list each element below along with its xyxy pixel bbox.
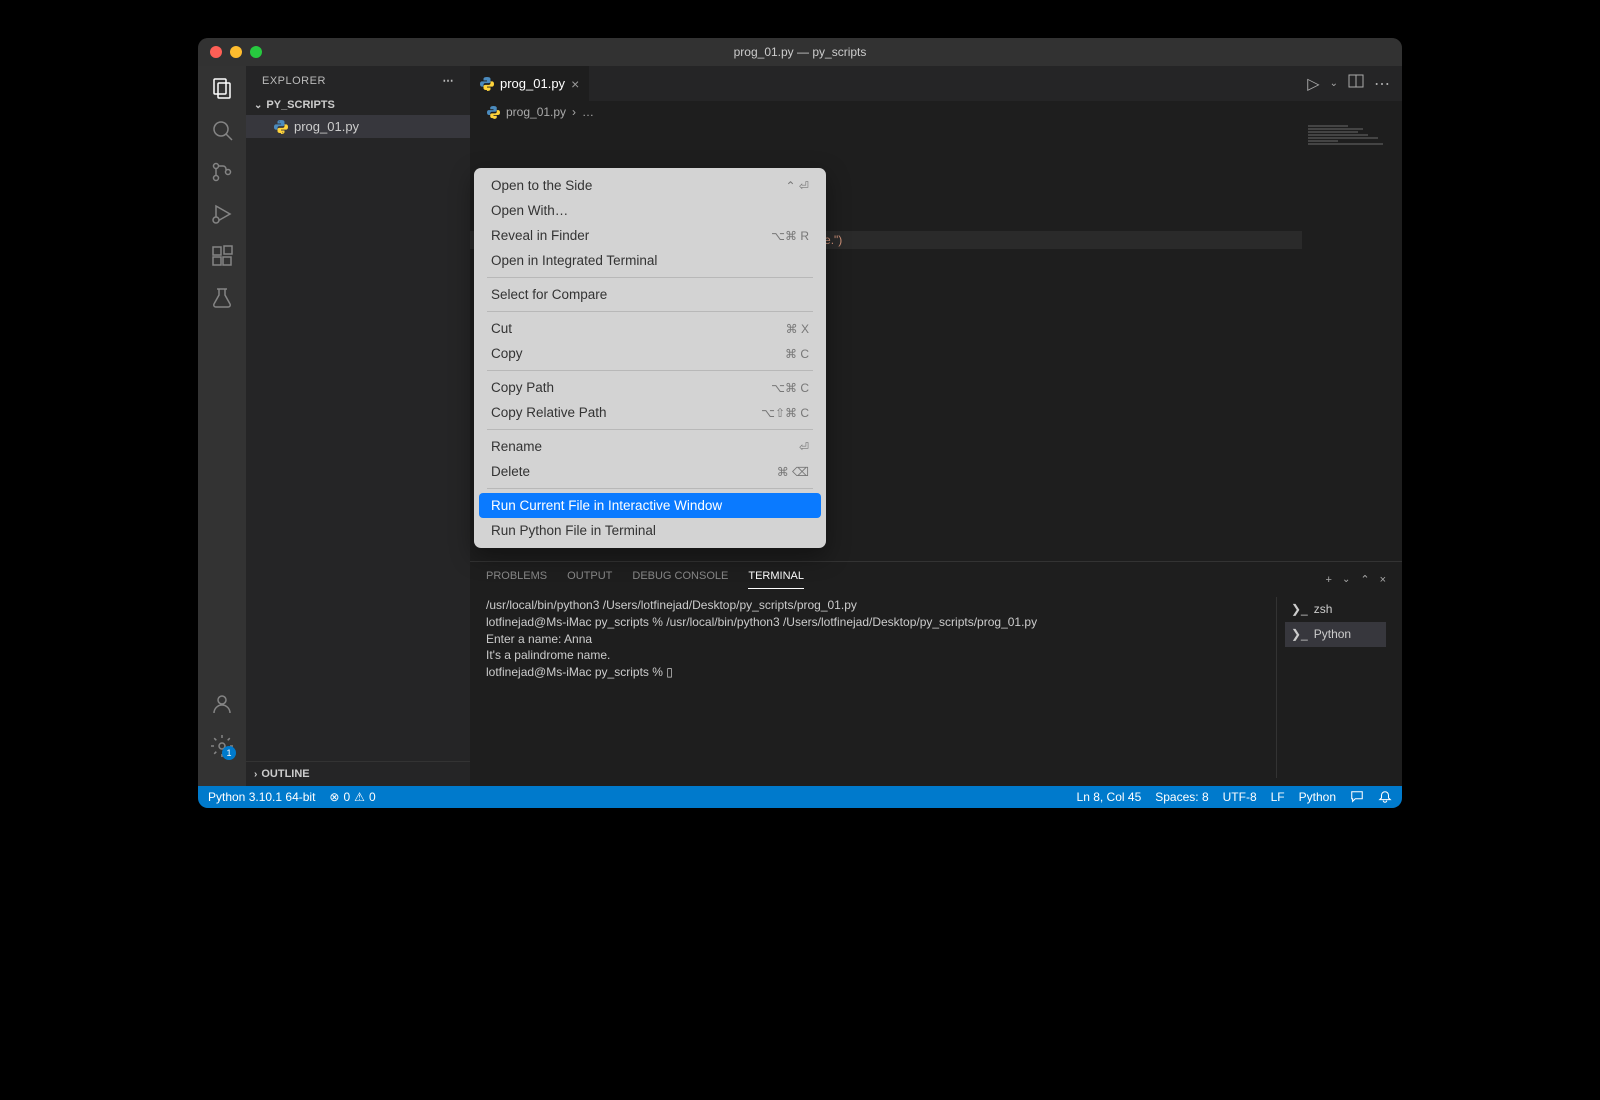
session-name: Python [1314, 626, 1351, 643]
status-bar: Python 3.10.1 64-bit ⊗0 ⚠0 Ln 8, Col 45 … [198, 786, 1402, 808]
accounts-icon[interactable] [210, 692, 234, 716]
panel-tab-output[interactable]: OUTPUT [567, 570, 612, 589]
vscode-window: prog_01.py — py_scripts [198, 38, 1402, 808]
outline-label: OUTLINE [261, 768, 309, 780]
explorer-icon[interactable] [210, 76, 234, 100]
status-feedback-icon[interactable] [1350, 790, 1364, 804]
sidebar-more-icon[interactable]: ⋯ [443, 74, 455, 87]
breadcrumb-file: prog_01.py [506, 105, 566, 119]
menu-separator [487, 429, 813, 430]
terminal-session-python[interactable]: ❯_ Python [1285, 622, 1386, 647]
chevron-right-icon: › [254, 769, 257, 780]
breadcrumb-more: … [582, 105, 594, 119]
run-dropdown-icon[interactable]: ⌄ [1330, 78, 1338, 89]
terminal-line: lotfinejad@Ms-iMac py_scripts % /usr/loc… [486, 614, 1276, 631]
menu-copy[interactable]: Copy⌘ C [479, 341, 821, 366]
terminal-line: Enter a name: Anna [486, 631, 1276, 648]
terminal-icon: ❯_ [1291, 601, 1308, 618]
error-icon: ⊗ [329, 790, 339, 804]
split-editor-icon[interactable] [1348, 73, 1364, 94]
testing-icon[interactable] [210, 286, 234, 310]
explorer-sidebar: EXPLORER ⋯ ⌄ PY_SCRIPTS prog_01.py › OUT… [246, 66, 470, 786]
status-cursor[interactable]: Ln 8, Col 45 [1077, 790, 1142, 804]
outline-section[interactable]: › OUTLINE [246, 761, 470, 786]
sidebar-title: EXPLORER [262, 75, 326, 87]
editor-more-icon[interactable]: ⋯ [1374, 74, 1390, 94]
python-file-icon [480, 77, 494, 91]
menu-run-terminal[interactable]: Run Python File in Terminal [479, 518, 821, 543]
breadcrumb[interactable]: prog_01.py › … [470, 101, 1402, 123]
menu-copy-relative-path[interactable]: Copy Relative Path⌥⇧⌘ C [479, 400, 821, 425]
terminal-icon: ❯_ [1291, 626, 1308, 643]
chevron-down-icon: ⌄ [254, 100, 262, 111]
status-problems[interactable]: ⊗0 ⚠0 [329, 790, 375, 804]
menu-run-interactive[interactable]: Run Current File in Interactive Window [479, 493, 821, 518]
menu-select-compare[interactable]: Select for Compare [479, 282, 821, 307]
menu-copy-path[interactable]: Copy Path⌥⌘ C [479, 375, 821, 400]
extensions-icon[interactable] [210, 244, 234, 268]
status-bell-icon[interactable] [1378, 790, 1392, 804]
menu-rename[interactable]: Rename⏎ [479, 434, 821, 459]
terminal-sessions: ❯_ zsh ❯_ Python [1276, 597, 1386, 778]
run-file-icon[interactable]: ▷ [1307, 74, 1319, 94]
close-window-button[interactable] [210, 46, 222, 58]
warning-icon: ⚠ [354, 790, 365, 804]
file-item[interactable]: prog_01.py [246, 115, 470, 138]
menu-open-terminal[interactable]: Open in Integrated Terminal [479, 248, 821, 273]
terminal-dropdown-icon[interactable]: ⌄ [1342, 574, 1350, 585]
terminal[interactable]: /usr/local/bin/python3 /Users/lotfinejad… [470, 589, 1402, 786]
menu-reveal-finder[interactable]: Reveal in Finder⌥⌘ R [479, 223, 821, 248]
menu-cut[interactable]: Cut⌘ X [479, 316, 821, 341]
settings-gear-icon[interactable] [210, 734, 234, 758]
terminal-line: /usr/local/bin/python3 /Users/lotfinejad… [486, 597, 1276, 614]
panel-tab-terminal[interactable]: TERMINAL [748, 570, 804, 589]
panel-tab-debug-console[interactable]: DEBUG CONSOLE [632, 570, 728, 589]
status-indent[interactable]: Spaces: 8 [1155, 790, 1208, 804]
terminal-line: It's a palindrome name. [486, 647, 1276, 664]
status-interpreter[interactable]: Python 3.10.1 64-bit [208, 790, 315, 804]
menu-open-side[interactable]: Open to the Side⌃ ⏎ [479, 173, 821, 198]
terminal-session-zsh[interactable]: ❯_ zsh [1285, 597, 1386, 622]
status-encoding[interactable]: UTF-8 [1223, 790, 1257, 804]
close-tab-icon[interactable]: × [571, 76, 579, 92]
activity-bar [198, 66, 246, 786]
minimap[interactable] [1302, 123, 1402, 561]
close-panel-icon[interactable]: × [1380, 574, 1386, 586]
tab-filename: prog_01.py [500, 76, 565, 91]
session-name: zsh [1314, 601, 1333, 618]
run-debug-icon[interactable] [210, 202, 234, 226]
status-eol[interactable]: LF [1271, 790, 1285, 804]
breadcrumb-sep: › [572, 105, 576, 119]
status-language[interactable]: Python [1299, 790, 1336, 804]
search-icon[interactable] [210, 118, 234, 142]
panel-tabs: PROBLEMS OUTPUT DEBUG CONSOLE TERMINAL +… [470, 562, 1402, 589]
new-terminal-icon[interactable]: + [1326, 574, 1332, 586]
menu-separator [487, 488, 813, 489]
menu-delete[interactable]: Delete⌘ ⌫ [479, 459, 821, 484]
minimize-window-button[interactable] [230, 46, 242, 58]
editor-tab[interactable]: prog_01.py × [470, 66, 590, 101]
maximize-window-button[interactable] [250, 46, 262, 58]
bottom-panel: PROBLEMS OUTPUT DEBUG CONSOLE TERMINAL +… [470, 561, 1402, 786]
maximize-panel-icon[interactable]: ⌃ [1360, 573, 1369, 586]
window-title: prog_01.py — py_scripts [734, 45, 867, 59]
python-file-icon [486, 105, 500, 119]
file-context-menu: Open to the Side⌃ ⏎ Open With… Reveal in… [474, 168, 826, 548]
terminal-line: lotfinejad@Ms-iMac py_scripts % ▯ [486, 664, 1276, 681]
python-file-icon [274, 120, 288, 134]
sidebar-header: EXPLORER ⋯ [246, 66, 470, 95]
panel-tab-problems[interactable]: PROBLEMS [486, 570, 547, 589]
editor-tabs: prog_01.py × ▷ ⌄ ⋯ [470, 66, 1402, 101]
menu-open-with[interactable]: Open With… [479, 198, 821, 223]
file-name: prog_01.py [294, 119, 359, 134]
folder-name: PY_SCRIPTS [266, 99, 334, 111]
folder-header[interactable]: ⌄ PY_SCRIPTS [246, 95, 470, 115]
menu-separator [487, 277, 813, 278]
traffic-lights [210, 46, 262, 58]
source-control-icon[interactable] [210, 160, 234, 184]
menu-separator [487, 370, 813, 371]
title-bar: prog_01.py — py_scripts [198, 38, 1402, 66]
menu-separator [487, 311, 813, 312]
